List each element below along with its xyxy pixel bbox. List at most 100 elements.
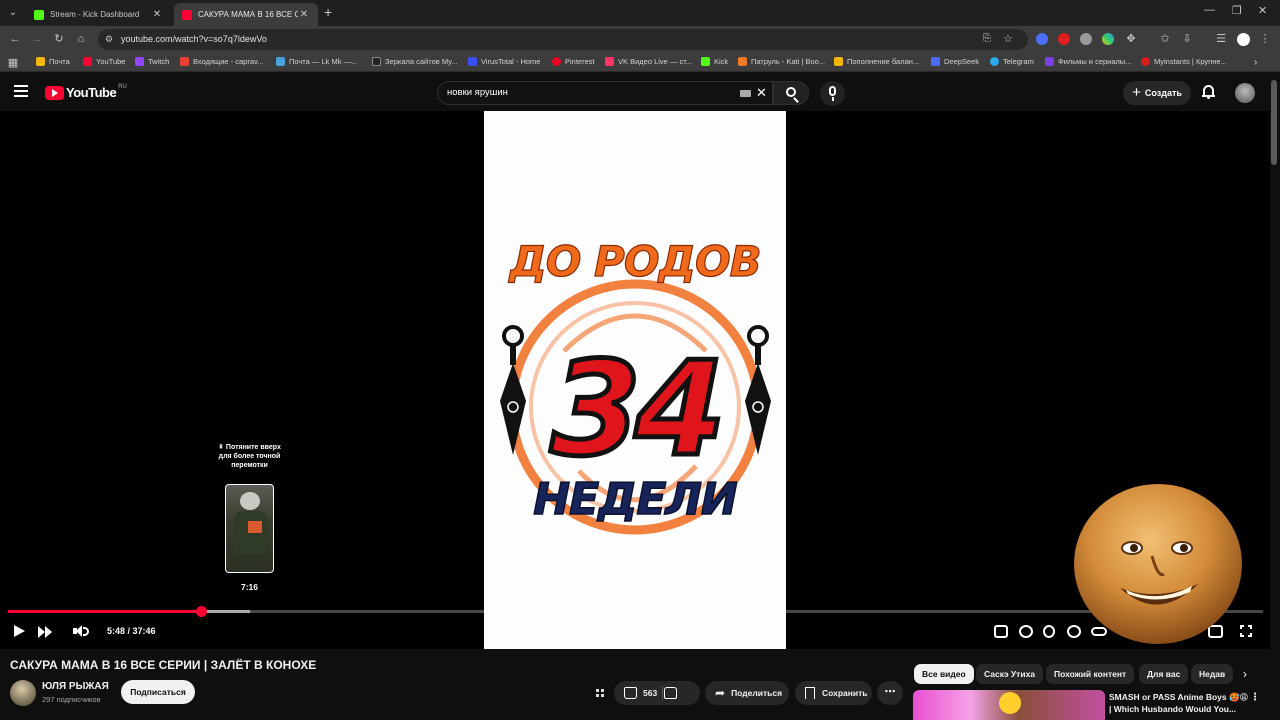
back-arrow-icon[interactable]: ← <box>8 32 22 46</box>
bookmarks-bar: ▦ Почта YouTube Twitch Входящие - caprav… <box>0 53 1280 72</box>
bookmark-label: YouTube <box>96 57 126 66</box>
browser-menu-icon[interactable]: ⋮ <box>1258 32 1272 46</box>
close-tab-icon[interactable]: ✕ <box>298 9 310 20</box>
subscribe-button[interactable]: Подписаться <box>121 680 195 704</box>
bookmark-item[interactable]: Myinstants | Крупне... <box>1141 57 1227 66</box>
extension-icon[interactable] <box>1058 33 1070 45</box>
share-arrow-icon: ➦ <box>715 686 726 700</box>
channel-avatar[interactable] <box>10 680 36 706</box>
mail-icon <box>36 57 45 66</box>
telegram-icon <box>990 57 999 66</box>
downloads-icon[interactable]: ⇩ <box>1180 32 1194 46</box>
chip-related[interactable]: Похожий контент <box>1046 664 1135 684</box>
extensions-puzzle-icon[interactable]: ✥ <box>1124 32 1138 46</box>
next-video-icon[interactable] <box>38 624 54 640</box>
play-icon[interactable] <box>14 625 25 637</box>
chip-recent[interactable]: Недав <box>1191 664 1233 684</box>
seek-hint-tooltip: ⇞ Потяните вверх для более точной перемо… <box>218 444 281 469</box>
menu-hamburger-icon[interactable] <box>14 85 28 97</box>
forward-arrow-icon[interactable]: → <box>30 32 44 46</box>
miniplayer-icon[interactable] <box>994 625 1008 638</box>
extension-icon[interactable] <box>1080 33 1092 45</box>
bookmark-label: Telegram <box>1003 57 1034 66</box>
virustotal-icon <box>468 57 477 66</box>
close-window-icon[interactable]: ✕ <box>1258 4 1267 17</box>
video-title: САКУРА МАМА В 16 ВСЕ СЕРИИ | ЗАЛЁТ В КОН… <box>10 658 317 672</box>
reload-icon[interactable]: ↻ <box>52 32 66 46</box>
notifications-bell-icon[interactable] <box>1202 85 1215 99</box>
bookmark-item[interactable]: Пополнение балан... <box>834 57 919 66</box>
search-button[interactable] <box>773 81 809 105</box>
save-button[interactable]: Сохранить <box>795 681 872 705</box>
account-avatar[interactable] <box>1235 83 1255 103</box>
dislike-thumb-icon[interactable] <box>664 687 677 699</box>
more-actions-button[interactable]: ⋯ <box>877 681 903 705</box>
autoplay-toggle-icon[interactable] <box>1019 625 1033 638</box>
channel-name[interactable]: ЮЛЯ РЫЖАЯ <box>42 681 109 692</box>
subtitles-icon[interactable] <box>1043 625 1055 638</box>
profile-avatar-icon[interactable] <box>1237 33 1250 46</box>
search-input[interactable] <box>447 87 727 98</box>
grid-view-icon[interactable] <box>596 689 605 698</box>
restore-icon[interactable]: ❐ <box>1232 4 1242 17</box>
address-bar[interactable]: ⚙ youtube.com/watch?v=so7q7ldewVo ⎘ ☆ <box>98 29 1028 50</box>
frame-text-top: ДО РОДОВ <box>507 237 760 286</box>
plus-icon: + <box>1132 83 1141 101</box>
bookmark-item[interactable]: Фильмы и сериалы... <box>1045 57 1132 66</box>
gmail-icon <box>180 57 189 66</box>
recommendation-thumbnail[interactable] <box>913 690 1105 720</box>
voice-search-button[interactable] <box>820 81 845 106</box>
scrubber-handle[interactable] <box>196 606 208 617</box>
extension-icon[interactable] <box>1102 33 1114 45</box>
keyboard-icon[interactable] <box>740 90 751 97</box>
clear-search-icon[interactable]: ✕ <box>756 85 767 101</box>
tab-youtube-video[interactable]: САКУРА МАМА В 16 ВСЕ СЕРИИ | ЗАЛЁТ В КОН… <box>174 3 318 26</box>
video-frame: ДО РОДОВ 34 НЕДЕЛИ <box>484 111 786 649</box>
recommendation-title[interactable]: SMASH or PASS Anime Boys 🥵😩 | Which Husb… <box>1109 691 1249 715</box>
minimize-icon[interactable]: — <box>1204 4 1215 16</box>
bookmark-item[interactable]: Почта — Lk Mk —... <box>276 57 357 66</box>
bookmark-item[interactable]: Зеркала сайтов My... <box>372 57 458 66</box>
bookmark-item[interactable]: YouTube <box>83 57 125 66</box>
install-app-icon[interactable]: ⎘ <box>983 33 991 44</box>
bookmark-item[interactable]: Патруль - Kati | Boo... <box>738 57 825 66</box>
create-button[interactable]: + Создать <box>1123 81 1191 105</box>
microphone-icon <box>829 86 836 96</box>
youtube-play-logo-icon <box>45 85 64 100</box>
chip-for-you[interactable]: Для вас <box>1139 664 1189 684</box>
bookmark-item[interactable]: VirusTotal - Home <box>468 57 540 66</box>
tab-kick-dashboard[interactable]: Stream - Kick Dashboard ✕ <box>26 3 171 26</box>
chip-all-videos[interactable]: Все видео <box>914 664 974 684</box>
like-thumb-icon[interactable] <box>624 687 637 699</box>
bookmark-label: Фильмы и сериалы... <box>1058 57 1132 66</box>
bookmark-item[interactable]: Telegram <box>990 57 1034 66</box>
recommendation-more-icon[interactable]: ⋮ <box>1250 692 1260 703</box>
like-count[interactable]: 563 <box>643 688 657 698</box>
bookmark-item[interactable]: Почта <box>36 57 70 66</box>
bookmark-item[interactable]: Pinterest <box>552 57 595 66</box>
bookmark-item[interactable]: Входящие - caprav... <box>180 57 263 66</box>
bookmark-label: Twitch <box>148 57 170 66</box>
chips-next-chevron-icon[interactable]: › <box>1237 664 1253 684</box>
favorites-icon[interactable]: ✩ <box>1158 32 1172 46</box>
share-button[interactable]: ➦ Поделиться <box>705 681 789 705</box>
logo-text: YouTube <box>66 85 117 100</box>
page-scrollbar[interactable] <box>1271 80 1277 165</box>
youtube-logo[interactable]: YouTube RU <box>45 84 127 100</box>
apps-grid-icon[interactable]: ▦ <box>6 56 20 70</box>
bookmark-item[interactable]: DeepSeek <box>931 57 979 66</box>
reading-list-icon[interactable]: ☰ <box>1214 32 1228 46</box>
more-bookmarks-chevron-icon[interactable]: › <box>1254 57 1257 68</box>
site-info-icon[interactable]: ⚙ <box>105 34 113 45</box>
extension-icon[interactable] <box>1036 33 1048 45</box>
home-icon[interactable]: ⌂ <box>74 32 88 46</box>
chip-sasuke[interactable]: Саскэ Утиха <box>976 664 1044 684</box>
bookmark-item[interactable]: Twitch <box>135 57 169 66</box>
bookmark-item[interactable]: Kick <box>701 57 728 66</box>
bookmark-star-icon[interactable]: ☆ <box>1003 32 1013 45</box>
close-tab-icon[interactable]: ✕ <box>151 9 163 20</box>
new-tab-button[interactable]: + <box>324 4 332 20</box>
bookmark-item[interactable]: VK Видео Live — ст... <box>605 57 692 66</box>
tab-search-icon[interactable]: ⌄ <box>5 5 21 21</box>
volume-icon[interactable] <box>73 624 89 640</box>
